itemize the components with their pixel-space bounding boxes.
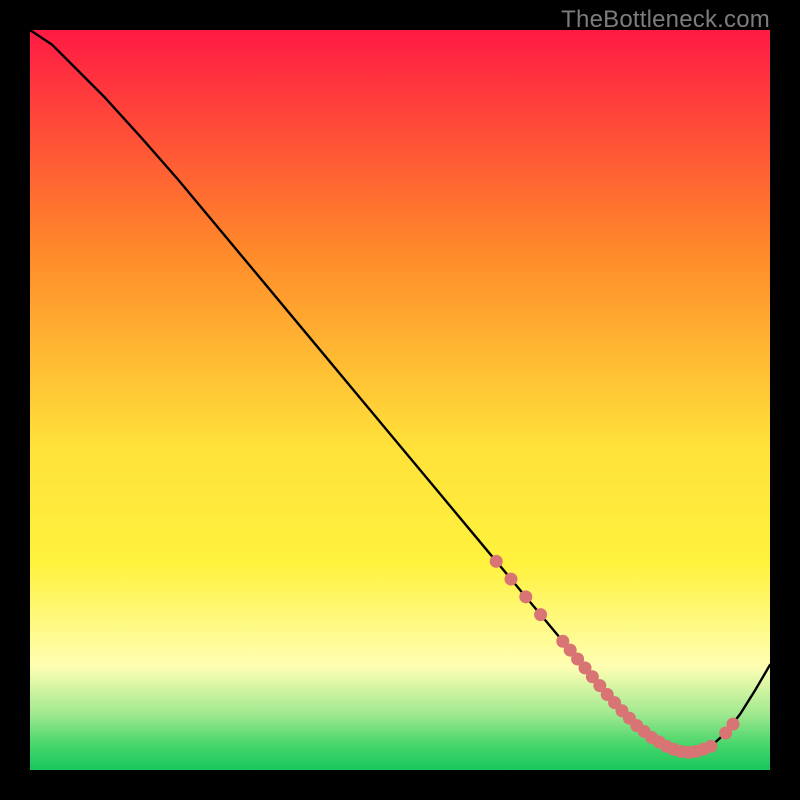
highlight-marker bbox=[704, 740, 717, 753]
highlight-marker bbox=[519, 590, 532, 603]
highlight-marker bbox=[727, 718, 740, 731]
chart-svg bbox=[30, 30, 770, 770]
attribution-text: TheBottleneck.com bbox=[561, 6, 770, 34]
highlight-marker bbox=[505, 573, 518, 586]
highlight-marker bbox=[534, 608, 547, 621]
gradient-background bbox=[30, 30, 770, 770]
highlight-marker bbox=[490, 555, 503, 568]
chart-frame bbox=[30, 30, 770, 770]
